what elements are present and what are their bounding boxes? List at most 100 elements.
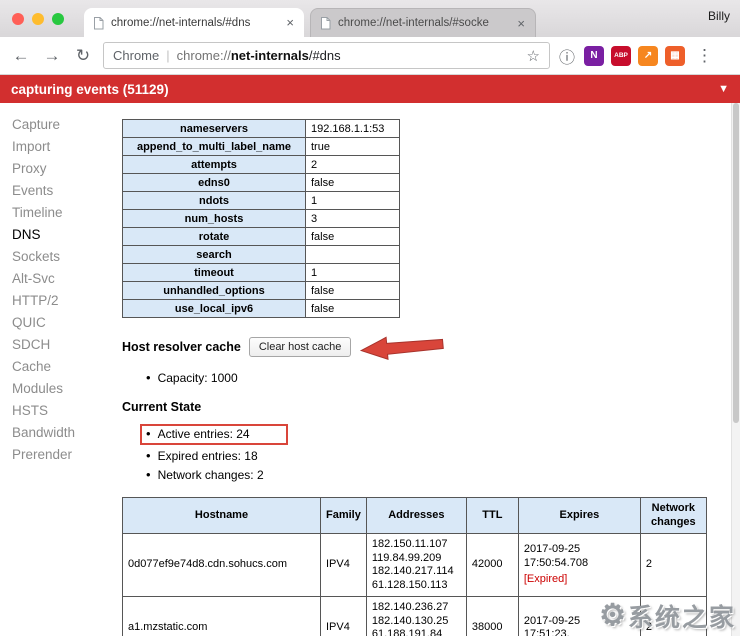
red-arrow-icon (358, 330, 446, 363)
capture-dropdown-caret-icon[interactable]: ▼ (718, 83, 729, 95)
state-item: Network changes: 2 (146, 467, 727, 483)
config-key: nameservers (123, 120, 306, 138)
sidebar-item-events[interactable]: Events (12, 180, 107, 202)
cache-header-row: HostnameFamilyAddressesTTLExpiresNetwork… (123, 498, 707, 534)
config-row: rotatefalse (123, 228, 400, 246)
browser-window: chrome://net-internals/#dns×chrome://net… (0, 0, 740, 636)
capacity-text: Capacity: 1000 (158, 371, 238, 385)
url-host: net-internals (231, 48, 309, 63)
config-row: num_hosts3 (123, 210, 400, 228)
config-value (306, 246, 400, 264)
cache-header: Family (321, 498, 367, 534)
current-state-heading: Current State (122, 400, 727, 414)
sidebar-item-http-2[interactable]: HTTP/2 (12, 290, 107, 312)
capacity-item: Capacity: 1000 (146, 370, 727, 386)
config-key: attempts (123, 156, 306, 174)
url-scheme: chrome:// (177, 48, 231, 63)
extension-icon-adblock-plus[interactable]: ABP (611, 46, 631, 66)
sidebar-item-hsts[interactable]: HSTS (12, 400, 107, 422)
dns-config-table: nameservers192.168.1.1:53append_to_multi… (122, 119, 400, 318)
close-window-button[interactable] (12, 13, 24, 25)
cache-cell-hostname: a1.mzstatic.com (123, 597, 321, 636)
config-key: search (123, 246, 306, 264)
cache-cell-family: IPV4 (321, 534, 367, 597)
address-bar-separator: | (166, 48, 169, 63)
tab-close-icon[interactable]: × (284, 15, 296, 30)
scrollbar-thumb[interactable] (733, 103, 739, 423)
cache-cell-expires: 2017-09-25 17:50:54.708[Expired] (518, 534, 640, 597)
config-key: num_hosts (123, 210, 306, 228)
tab-inactive[interactable]: chrome://net-internals/#socke × (310, 8, 536, 37)
config-row: timeout1 (123, 264, 400, 282)
sidebar-item-dns[interactable]: DNS (12, 224, 107, 246)
info-icon[interactable]: ⓘ (559, 44, 575, 68)
page-favicon-icon (92, 16, 105, 30)
config-value: false (306, 282, 400, 300)
address-bar-url: chrome://net-internals/#dns (177, 48, 520, 63)
config-value: 1 (306, 264, 400, 282)
vertical-scrollbar[interactable] (731, 103, 740, 636)
host-resolver-row: Host resolver cache Clear host cache (122, 334, 727, 360)
sidebar-item-capture[interactable]: Capture (12, 114, 107, 136)
config-row: search (123, 246, 400, 264)
url-path: /#dns (309, 48, 341, 63)
config-row: append_to_multi_label_nametrue (123, 138, 400, 156)
tab-active[interactable]: chrome://net-internals/#dns× (84, 8, 304, 37)
tab-close-icon[interactable]: × (515, 16, 527, 31)
bookmark-star-icon[interactable]: ☆ (527, 47, 540, 65)
cache-row: 0d077ef9e74d8.cdn.sohucs.comIPV4182.150.… (123, 534, 707, 597)
extensions: N ABP ↗ ▦ (584, 46, 685, 66)
current-state-list: Active entries: 24Expired entries: 18Net… (146, 424, 727, 483)
clear-host-cache-button[interactable]: Clear host cache (249, 337, 352, 357)
sidebar-item-bandwidth[interactable]: Bandwidth (12, 422, 107, 444)
sidebar-item-sdch[interactable]: SDCH (12, 334, 107, 356)
sidebar-item-cache[interactable]: Cache (12, 356, 107, 378)
sidebar-item-modules[interactable]: Modules (12, 378, 107, 400)
cache-cell-family: IPV4 (321, 597, 367, 636)
back-button[interactable]: ← (10, 47, 32, 64)
zoom-window-button[interactable] (52, 13, 64, 25)
sidebar: CaptureImportProxyEventsTimelineDNSSocke… (0, 103, 107, 636)
config-key: append_to_multi_label_name (123, 138, 306, 156)
address-bar-prefix: Chrome (113, 48, 159, 63)
sidebar-item-timeline[interactable]: Timeline (12, 202, 107, 224)
dns-cache-table-head: HostnameFamilyAddressesTTLExpiresNetwork… (123, 498, 707, 534)
extension-icon-orange-extension-1[interactable]: ↗ (638, 46, 658, 66)
config-row: ndots1 (123, 192, 400, 210)
tab-title: chrome://net-internals/#socke (338, 17, 509, 29)
watermark: ⚙ 系统之家 (599, 598, 736, 634)
cache-cell-ttl: 38000 (466, 597, 518, 636)
config-value: 3 (306, 210, 400, 228)
config-value: 2 (306, 156, 400, 174)
red-arrow-annotation (358, 330, 446, 363)
expired-label: [Expired] (524, 573, 635, 587)
config-value: 1 (306, 192, 400, 210)
watermark-text: 系统之家 (628, 598, 736, 634)
dns-panel: nameservers192.168.1.1:53append_to_multi… (107, 103, 731, 636)
extension-icon-onenote-clipper[interactable]: N (584, 46, 604, 66)
sidebar-item-prerender[interactable]: Prerender (12, 444, 107, 466)
address-bar[interactable]: Chrome | chrome://net-internals/#dns ☆ (103, 42, 550, 69)
sidebar-item-alt-svc[interactable]: Alt-Svc (12, 268, 107, 290)
sidebar-item-sockets[interactable]: Sockets (12, 246, 107, 268)
config-value: 192.168.1.1:53 (306, 120, 400, 138)
traffic-lights (12, 13, 64, 25)
capture-status-bar: capturing events (51129) ▼ (0, 75, 740, 103)
sidebar-item-import[interactable]: Import (12, 136, 107, 158)
capacity-list: Capacity: 1000 (146, 370, 727, 386)
reload-button[interactable]: ↻ (72, 47, 94, 64)
config-row: attempts2 (123, 156, 400, 174)
titlebar: chrome://net-internals/#dns×chrome://net… (0, 0, 740, 37)
cache-cell-addresses: 182.140.236.27 182.140.130.25 61.188.191… (366, 597, 466, 636)
capture-status-label: capturing events (51129) (11, 82, 169, 97)
minimize-window-button[interactable] (32, 13, 44, 25)
cache-header: TTL (466, 498, 518, 534)
forward-button[interactable]: → (41, 47, 63, 64)
config-key: edns0 (123, 174, 306, 192)
extension-icon-orange-extension-2[interactable]: ▦ (665, 46, 685, 66)
sidebar-item-quic[interactable]: QUIC (12, 312, 107, 334)
browser-menu-icon[interactable]: ⋮ (696, 46, 713, 66)
cache-cell-network-changes: 2 (640, 534, 706, 597)
config-key: rotate (123, 228, 306, 246)
sidebar-item-proxy[interactable]: Proxy (12, 158, 107, 180)
